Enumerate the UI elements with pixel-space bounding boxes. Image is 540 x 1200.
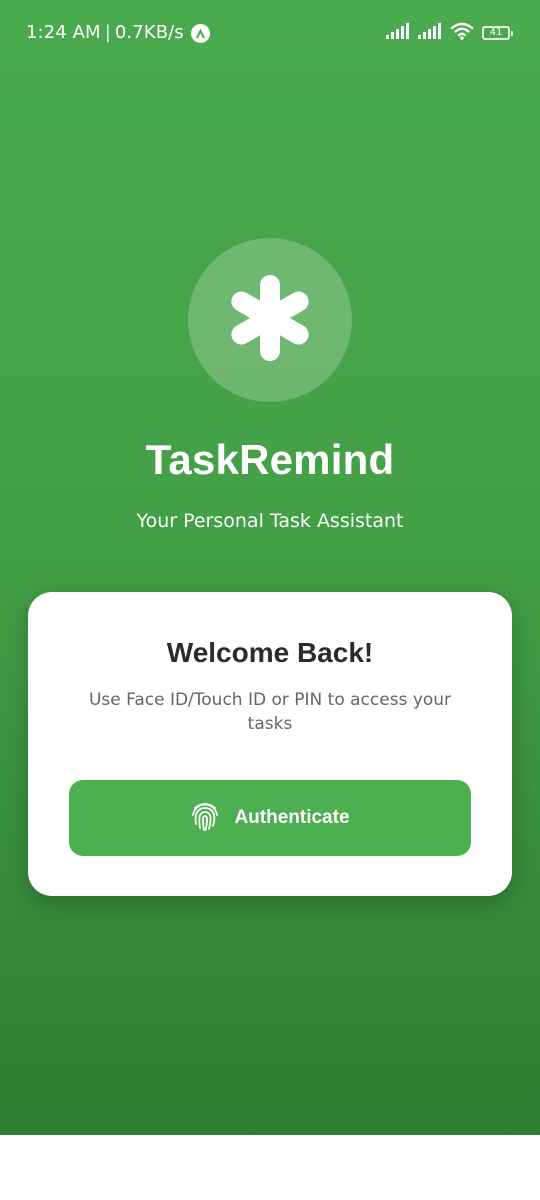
authenticate-button[interactable]: Authenticate xyxy=(69,780,471,856)
signal-icon xyxy=(386,23,410,43)
asterisk-icon xyxy=(225,273,315,367)
battery-icon: 41 xyxy=(482,26,513,40)
fingerprint-icon xyxy=(190,800,220,836)
signal-icon-2 xyxy=(418,23,442,43)
battery-level: 41 xyxy=(489,27,503,38)
app-logo xyxy=(188,238,352,402)
wifi-icon xyxy=(450,22,474,44)
status-bar: 1:24 AM | 0.7KB/s 41 xyxy=(0,0,540,66)
welcome-title: Welcome Back! xyxy=(166,637,374,668)
status-left: 1:24 AM | 0.7KB/s xyxy=(26,21,210,45)
status-time: 1:24 AM xyxy=(26,22,101,43)
network-speed: 0.7KB/s xyxy=(114,22,184,43)
login-card: Welcome Back! Use Face ID/Touch ID or PI… xyxy=(28,592,512,896)
app-title: TaskRemind xyxy=(145,436,395,483)
status-right: 41 xyxy=(386,22,513,44)
login-screen: 1:24 AM | 0.7KB/s 41 TaskRemind Your Per… xyxy=(0,0,540,1135)
app-notification-icon xyxy=(190,23,210,43)
app-subtitle: Your Personal Task Assistant xyxy=(136,510,404,532)
authenticate-label: Authenticate xyxy=(234,807,350,828)
bottom-blank-area xyxy=(0,1135,540,1200)
status-separator: | xyxy=(104,22,111,43)
auth-instructions: Use Face ID/Touch ID or PIN to access yo… xyxy=(88,690,452,734)
